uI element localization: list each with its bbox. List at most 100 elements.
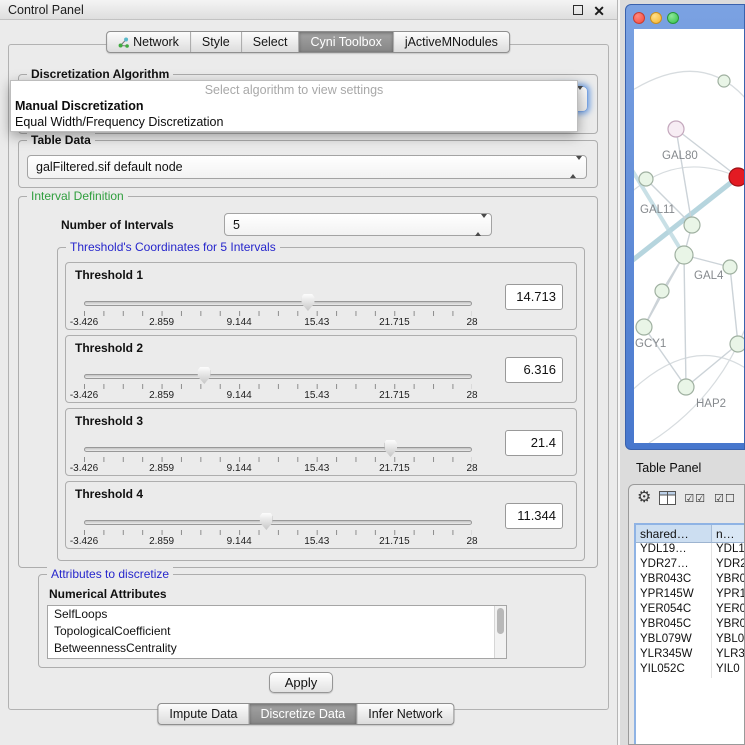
network-node[interactable] — [655, 284, 669, 298]
table-cell-shared-name[interactable]: YDR27… — [636, 558, 712, 573]
apply-button[interactable]: Apply — [269, 672, 333, 693]
threshold-1-slider[interactable] — [84, 301, 472, 307]
gear-icon[interactable]: ⚙ — [637, 490, 651, 506]
table-row[interactable]: YDL19…YDL1 — [636, 543, 744, 558]
table-cell-shared-name[interactable]: YLR345W — [636, 648, 712, 663]
table-cell-name[interactable]: YIL0 — [712, 663, 744, 678]
threshold-2-slider-handle[interactable] — [198, 367, 211, 384]
tab-infer-network[interactable]: Infer Network — [356, 704, 453, 724]
table-cell-name[interactable]: YBR0 — [712, 618, 744, 633]
tab-discretize-data-label: Discretize Data — [261, 707, 346, 721]
table-cell-shared-name[interactable]: YDL19… — [636, 543, 712, 558]
threshold-2-value-field[interactable]: 6.316 — [505, 357, 563, 383]
scale-label: 28 — [466, 463, 477, 474]
network-node[interactable] — [718, 75, 730, 87]
table-row[interactable]: YDR27…YDR2 — [636, 558, 744, 573]
scale-label: 2.859 — [149, 536, 174, 547]
checkbox-group-icon[interactable]: ☑☑ — [684, 492, 706, 505]
network-canvas[interactable]: GAL80 GAL11 GAL4 GCY1 HAP2 — [634, 29, 745, 443]
table-row[interactable]: YLR345WYLR3 — [636, 648, 744, 663]
slider-track — [84, 374, 472, 379]
scale-label: 2.859 — [149, 463, 174, 474]
list-scrollbar[interactable] — [494, 606, 506, 658]
table-data-combobox[interactable]: galFiltered.sif default node — [27, 155, 587, 179]
numerical-attribute-item[interactable]: TopologicalCoefficient — [48, 623, 506, 640]
table-cell-shared-name[interactable]: YBL079W — [636, 633, 712, 648]
network-icon — [118, 37, 129, 48]
number-of-intervals-combobox[interactable]: 5 — [224, 213, 492, 236]
close-icon[interactable]: ✕ — [593, 5, 605, 17]
table-cell-name[interactable]: YER0 — [712, 603, 744, 618]
table-row[interactable]: YBR043CYBR0 — [636, 573, 744, 588]
table-cell-name[interactable]: YDR2 — [712, 558, 744, 573]
table-row[interactable]: YBR045CYBR0 — [636, 618, 744, 633]
numerical-attributes-list[interactable]: SelfLoopsTopologicalCoefficientBetweenne… — [47, 605, 507, 659]
network-node[interactable] — [639, 172, 653, 186]
threshold-1-label: Threshold 1 — [75, 268, 143, 282]
table-cell-shared-name[interactable]: YBR043C — [636, 573, 712, 588]
algorithm-placeholder: Select algorithm to view settings — [11, 81, 577, 98]
network-node[interactable] — [684, 217, 700, 233]
table-cell-name[interactable]: YPR1 — [712, 588, 744, 603]
table-cell-shared-name[interactable]: YBR045C — [636, 618, 712, 633]
table-data-group: Table Data galFiltered.sif default node — [18, 140, 598, 188]
float-window-icon[interactable] — [573, 5, 583, 15]
slider-track — [84, 520, 472, 525]
tab-style[interactable]: Style — [190, 32, 241, 52]
threshold-4-slider-handle[interactable] — [260, 513, 273, 530]
attributes-group-title: Attributes to discretize — [47, 567, 173, 581]
table-row[interactable]: YPR145WYPR1 — [636, 588, 744, 603]
tab-select[interactable]: Select — [241, 32, 299, 52]
scale-label: -3.426 — [70, 390, 98, 401]
column-header-name[interactable]: n… — [712, 525, 744, 542]
threshold-4-value-field[interactable]: 11.344 — [505, 503, 563, 529]
threshold-1-slider-handle[interactable] — [301, 294, 314, 311]
scale-label: 21.715 — [379, 390, 410, 401]
threshold-3-value-field[interactable]: 21.4 — [505, 430, 563, 456]
table-cell-shared-name[interactable]: YIL052C — [636, 663, 712, 678]
tab-discretize-data[interactable]: Discretize Data — [249, 704, 357, 724]
network-node[interactable] — [723, 260, 737, 274]
network-view-window[interactable]: GAL80 GAL11 GAL4 GCY1 HAP2 — [625, 4, 745, 450]
table-cell-name[interactable]: YBL0 — [712, 633, 744, 648]
list-scrollbar-thumb[interactable] — [497, 608, 504, 634]
slider-scale-labels: -3.4262.8599.14415.4321.71528 — [84, 463, 472, 474]
tab-impute-data[interactable]: Impute Data — [158, 704, 248, 724]
network-node[interactable] — [668, 121, 684, 137]
table-cell-name[interactable]: YLR3 — [712, 648, 744, 663]
threshold-1-value-field[interactable]: 14.713 — [505, 284, 563, 310]
threshold-3-slider[interactable] — [84, 447, 472, 453]
threshold-4-slider[interactable] — [84, 520, 472, 526]
threshold-3-slider-handle[interactable] — [384, 440, 397, 457]
network-node-selected[interactable] — [729, 168, 745, 186]
zoom-traffic-light-icon[interactable] — [667, 12, 679, 24]
table-cell-shared-name[interactable]: YER054C — [636, 603, 712, 618]
column-header-shared-name[interactable]: shared… — [636, 525, 712, 542]
network-node[interactable] — [678, 379, 694, 395]
thresholds-group-title: Threshold's Coordinates for 5 Intervals — [66, 240, 280, 254]
tab-cyni-toolbox-label: Cyni Toolbox — [310, 35, 381, 49]
table-cell-shared-name[interactable]: YPR145W — [636, 588, 712, 603]
network-node[interactable] — [675, 246, 693, 264]
table-cell-name[interactable]: YDL1 — [712, 543, 744, 558]
dropdown-option-equal-width-frequency[interactable]: Equal Width/Frequency Discretization — [11, 114, 577, 130]
network-node[interactable] — [730, 336, 745, 352]
table-row[interactable]: YBL079WYBL0 — [636, 633, 744, 648]
table-row[interactable]: YIL052CYIL0 — [636, 663, 744, 678]
tab-jactivemnodules[interactable]: jActiveMNodules — [393, 32, 509, 52]
tab-cyni-toolbox[interactable]: Cyni Toolbox — [298, 32, 392, 52]
table-cell-name[interactable]: YBR0 — [712, 573, 744, 588]
dropdown-option-manual-discretization[interactable]: Manual Discretization — [11, 98, 577, 114]
numerical-attribute-item[interactable]: BetweennessCentrality — [48, 640, 506, 657]
close-traffic-light-icon[interactable] — [633, 12, 645, 24]
checkbox-group-icon[interactable]: ☑☐ — [714, 492, 736, 505]
tab-network[interactable]: Network — [107, 32, 190, 52]
network-node[interactable] — [636, 319, 652, 335]
node-label-gal11: GAL11 — [640, 204, 675, 216]
table-row[interactable]: YER054CYER0 — [636, 603, 744, 618]
minimize-traffic-light-icon[interactable] — [650, 12, 662, 24]
control-panel-titlebar[interactable]: Control Panel ✕ — [0, 0, 617, 20]
threshold-2-slider[interactable] — [84, 374, 472, 380]
numerical-attribute-item[interactable]: SelfLoops — [48, 606, 506, 623]
columns-icon[interactable] — [659, 491, 676, 505]
